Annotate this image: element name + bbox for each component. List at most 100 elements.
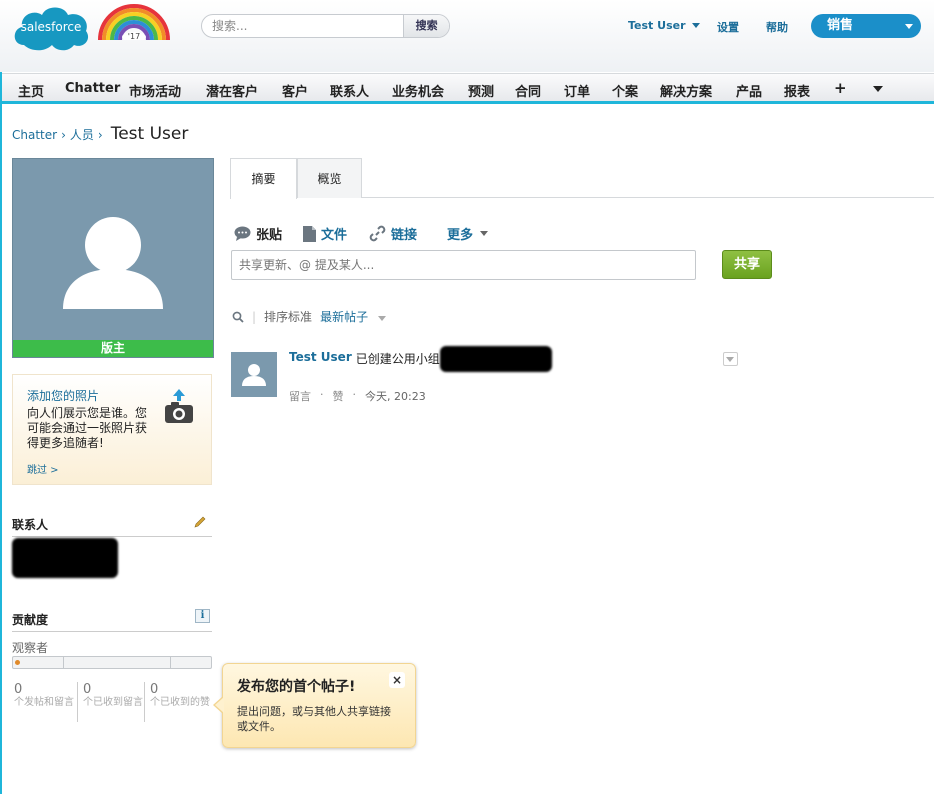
tab-contacts[interactable]: 联系人: [330, 81, 369, 100]
chevron-down-icon: [377, 316, 386, 321]
tab-cases[interactable]: 个案: [612, 81, 638, 100]
feed-item-actor[interactable]: Test User: [289, 350, 352, 367]
feed-item-meta: 留言 · 赞 · 今天, 20:23: [289, 388, 426, 404]
progress-divider: [63, 657, 64, 668]
skip-link[interactable]: 跳过 >: [27, 461, 59, 476]
contribution-section-heading: 贡献度 i: [12, 609, 212, 632]
left-accent-border: [0, 72, 2, 794]
feed-item-action: 已创建公用小组: [355, 352, 440, 366]
user-name: Test User: [628, 19, 686, 32]
redacted-contact-info: [12, 538, 118, 578]
tab-accounts[interactable]: 客户: [282, 81, 308, 100]
user-menu[interactable]: Test User: [628, 19, 700, 32]
tab-products[interactable]: 产品: [736, 81, 762, 100]
header: salesforce '17 搜索 Test User 设置 帮助 销售: [0, 0, 934, 72]
all-tabs-plus-icon[interactable]: +: [834, 79, 847, 97]
publisher-post-action[interactable]: 张贴: [234, 224, 282, 243]
pencil-edit-icon[interactable]: [194, 516, 206, 528]
contribution-progress-bar: [12, 656, 212, 669]
progress-marker: [15, 660, 20, 665]
sort-dropdown[interactable]: 最新帖子: [320, 308, 386, 325]
share-button[interactable]: 共享: [722, 250, 772, 279]
setup-link[interactable]: 设置: [717, 19, 739, 35]
release-badge: '17: [128, 32, 140, 40]
stat-value: 0: [150, 682, 159, 697]
like-link[interactable]: 赞: [333, 388, 344, 404]
tab-orders[interactable]: 订单: [564, 81, 590, 100]
app-switcher[interactable]: 销售: [811, 14, 921, 38]
publisher-more-action[interactable]: 更多: [447, 224, 489, 243]
feed-item-menu[interactable]: [723, 352, 738, 366]
contribution-heading: 贡献度: [12, 613, 49, 627]
tab-summary[interactable]: 摘要: [230, 158, 297, 199]
tab-solutions[interactable]: 解决方案: [660, 81, 712, 100]
publisher-file-action[interactable]: 文件: [303, 224, 347, 243]
stat-divider: [144, 682, 145, 722]
salesforce-logo[interactable]: salesforce: [10, 3, 92, 53]
chevron-down-icon: [726, 357, 734, 362]
search-input[interactable]: [202, 15, 404, 37]
observer-level: 观察者: [12, 641, 49, 655]
stat-comments-received: 0 个已收到留言: [83, 682, 145, 709]
tab-contracts[interactable]: 合同: [515, 81, 541, 100]
meta-separator: ·: [320, 388, 324, 401]
global-search: 搜索: [201, 14, 450, 38]
feed-item-text: Test User 已创建公用小组: [289, 350, 440, 367]
stat-likes-received: 0 个已收到的赞: [150, 682, 212, 709]
main-nav: 主页 Chatter 市场活动 潜在客户 客户 联系人 业务机会 预测 合同 订…: [2, 73, 934, 104]
app-name: 销售: [827, 18, 854, 33]
add-photo-card: 添加您的照片 向人们展示您是谁。您可能会通过一张照片获得更多追随者! 跳过 >: [12, 374, 212, 485]
stat-value: 0: [14, 682, 23, 697]
add-photo-text: 向人们展示您是谁。您可能会通过一张照片获得更多追随者!: [27, 406, 148, 450]
tab-opportunities[interactable]: 业务机会: [392, 81, 444, 100]
tab-home[interactable]: 主页: [18, 81, 44, 100]
nav-overflow-chevron-icon[interactable]: [873, 86, 883, 92]
breadcrumb-separator: ›: [61, 128, 66, 142]
breadcrumb-people[interactable]: 人员: [70, 126, 94, 143]
search-icon[interactable]: [232, 311, 244, 323]
tab-reports[interactable]: 报表: [784, 81, 810, 100]
publisher-link-action[interactable]: 链接: [369, 224, 417, 243]
page-title: Test User: [110, 124, 189, 144]
sort-value: 最新帖子: [320, 310, 369, 324]
help-link[interactable]: 帮助: [766, 19, 788, 35]
breadcrumb-chatter[interactable]: Chatter: [12, 128, 57, 142]
search-button[interactable]: 搜索: [403, 15, 449, 37]
sort-divider: |: [252, 309, 257, 324]
logo-text: salesforce: [21, 20, 82, 34]
camera-upload-icon: [165, 389, 193, 423]
tab-chatter[interactable]: Chatter: [65, 81, 120, 96]
info-icon[interactable]: i: [195, 609, 210, 623]
stat-label: 个发帖和留言: [14, 697, 74, 708]
feed-item-time[interactable]: 今天, 20:23: [365, 388, 426, 404]
breadcrumb-separator: ›: [97, 128, 103, 142]
post-label: 张贴: [256, 228, 283, 243]
speech-bubble-icon: [234, 226, 251, 241]
meta-separator: ·: [352, 388, 357, 401]
profile-photo[interactable]: 版主: [12, 158, 214, 358]
tab-overview[interactable]: 概览: [297, 158, 362, 198]
sort-label: 排序标准: [264, 310, 313, 324]
profile-tabs: 摘要 概览: [230, 158, 934, 199]
tooltip-body: 提出问题，或与其他人共享链接或文件。: [237, 705, 391, 733]
publisher-input[interactable]: [231, 250, 696, 280]
first-post-tooltip: 发布您的首个帖子! 提出问题，或与其他人共享链接或文件。 ×: [213, 663, 416, 748]
stat-label: 个已收到的赞: [150, 697, 210, 708]
chevron-down-icon: [691, 23, 700, 28]
tooltip-title: 发布您的首个帖子!: [237, 679, 356, 695]
stat-divider: [77, 682, 78, 722]
tab-campaigns[interactable]: 市场活动: [129, 81, 181, 100]
chevron-down-icon: [480, 231, 489, 236]
tab-leads[interactable]: 潜在客户: [206, 81, 258, 100]
breadcrumb: Chatter › 人员 › Test User: [12, 124, 188, 144]
comment-link[interactable]: 留言: [289, 388, 311, 404]
file-icon: [303, 225, 316, 242]
feed-item-avatar[interactable]: [231, 352, 277, 397]
close-icon[interactable]: ×: [389, 672, 405, 688]
link-icon: [369, 225, 386, 242]
tab-forecasts[interactable]: 预测: [468, 81, 494, 100]
user-silhouette-icon: [63, 217, 163, 309]
chevron-down-icon: [905, 24, 913, 29]
user-silhouette-icon: [242, 364, 266, 386]
link-label: 链接: [391, 228, 418, 243]
